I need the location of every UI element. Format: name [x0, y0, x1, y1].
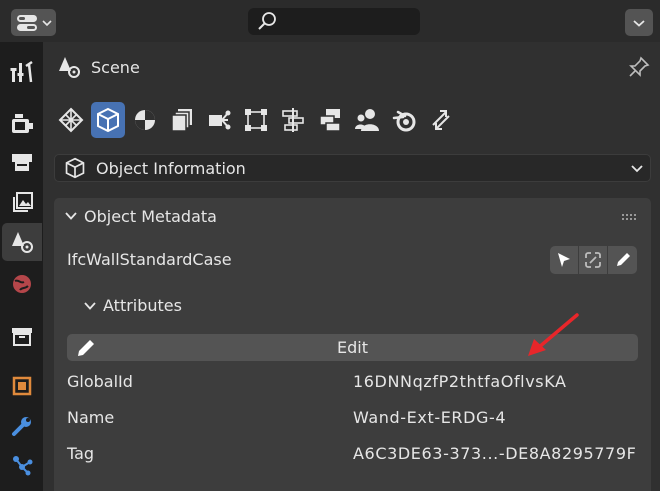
- chevron-down-icon: [84, 301, 96, 310]
- image-stack-icon: [13, 192, 33, 212]
- properties-tab-strip: [0, 42, 43, 491]
- tab-object[interactable]: [2, 367, 42, 405]
- search-input[interactable]: [248, 8, 420, 35]
- properties-panel: Scene Object Information Object Metadata…: [43, 42, 660, 491]
- users-icon: [355, 109, 379, 131]
- cube-icon: [65, 157, 85, 179]
- blender-button[interactable]: [387, 102, 421, 138]
- attribute-value: A6C3DE63-373...-DE8A8295779F: [353, 444, 637, 463]
- chevron-down-icon: [41, 19, 52, 26]
- documents-icon: [171, 109, 192, 132]
- edit-class-button[interactable]: [608, 246, 637, 274]
- attribute-key: Tag: [67, 444, 95, 463]
- attributes-subpanel-header[interactable]: Attributes: [84, 296, 182, 315]
- tab-render[interactable]: [2, 105, 42, 143]
- tab-world[interactable]: [2, 265, 42, 303]
- chevron-down-icon: [633, 19, 645, 27]
- cube-icon: [97, 107, 119, 133]
- ifc-logo-icon: [58, 107, 84, 133]
- services-button[interactable]: [202, 102, 236, 138]
- structural-button[interactable]: [239, 102, 273, 138]
- drawings-button[interactable]: [165, 102, 199, 138]
- section-dropdown-value: Object Information: [96, 158, 246, 178]
- tab-modifiers[interactable]: [2, 407, 42, 445]
- schedule-icon: [282, 108, 304, 132]
- section-dropdown[interactable]: Object Information: [54, 154, 651, 182]
- render-icon: [12, 114, 33, 133]
- wrench-icon: [12, 417, 31, 436]
- attribute-value: 16DNNqzfP2thtfaOflvsKA: [353, 372, 567, 391]
- tab-view-layer[interactable]: [2, 184, 42, 222]
- attribute-row: Name Wand-Ext-ERDG-4: [67, 406, 647, 432]
- tab-collection[interactable]: [2, 317, 42, 355]
- network-icon: [209, 110, 231, 130]
- scene-title: Scene: [91, 57, 140, 77]
- bim-tool-row: [54, 102, 458, 140]
- unlink-button[interactable]: [579, 246, 608, 274]
- object-square-icon: [12, 376, 32, 396]
- panel-title: Object Metadata: [84, 206, 217, 226]
- chevron-down-icon: [631, 165, 643, 173]
- context-header: Scene: [57, 55, 140, 79]
- select-button[interactable]: [550, 246, 579, 274]
- attribute-value: Wand-Ext-ERDG-4: [353, 408, 507, 427]
- scheduling-button[interactable]: [276, 102, 310, 138]
- object-information-button[interactable]: [91, 102, 125, 138]
- chevron-down-icon: [65, 212, 77, 220]
- search-icon: [258, 12, 276, 30]
- drag-grip-icon[interactable]: [622, 214, 638, 220]
- swap-arrows-icon: [432, 110, 450, 130]
- ifc-action-group: [550, 246, 637, 274]
- printer-icon: [12, 154, 32, 171]
- material-sphere-icon: [135, 110, 155, 130]
- pencil-icon: [616, 253, 630, 266]
- bounding-box-icon: [245, 109, 267, 131]
- attribute-key: Name: [67, 408, 115, 427]
- project-button[interactable]: [54, 102, 88, 138]
- scene-icon: [12, 232, 33, 253]
- annotation-arrow: [528, 313, 579, 356]
- collection-box-icon: [12, 328, 32, 346]
- stacked-boxes-icon: [319, 109, 341, 132]
- editor-type-button[interactable]: [11, 9, 56, 36]
- tab-output[interactable]: [2, 143, 42, 181]
- attribute-row: Tag A6C3DE63-373...-DE8A8295779F: [67, 442, 647, 468]
- attribute-key: GlobalId: [67, 372, 133, 391]
- object-metadata-header[interactable]: Object Metadata: [54, 198, 651, 234]
- nodes-icon: [13, 456, 33, 476]
- cursor-icon: [558, 253, 570, 267]
- facility-management-button[interactable]: [313, 102, 347, 138]
- scene-icon: [59, 57, 80, 78]
- tool-icon: [10, 60, 33, 83]
- exchange-button[interactable]: [424, 102, 458, 138]
- geometry-button[interactable]: [128, 102, 162, 138]
- options-dropdown-button[interactable]: [625, 9, 653, 36]
- blender-logo-icon: [392, 110, 416, 132]
- attributes-label: Attributes: [103, 296, 182, 315]
- tab-tool[interactable]: [2, 53, 42, 91]
- world-icon: [13, 275, 31, 293]
- pin-icon: [629, 56, 650, 77]
- pin-button[interactable]: [628, 56, 650, 82]
- unlink-icon: [585, 252, 601, 268]
- ifc-class-label: IfcWallStandardCase: [67, 250, 232, 269]
- top-bar: [0, 0, 660, 42]
- attribute-row: GlobalId 16DNNqzfP2thtfaOflvsKA: [67, 370, 647, 396]
- properties-editor-icon: [16, 14, 37, 31]
- tab-scene[interactable]: [2, 223, 42, 261]
- quality-control-button[interactable]: [350, 102, 384, 138]
- tab-particles[interactable]: [2, 446, 42, 484]
